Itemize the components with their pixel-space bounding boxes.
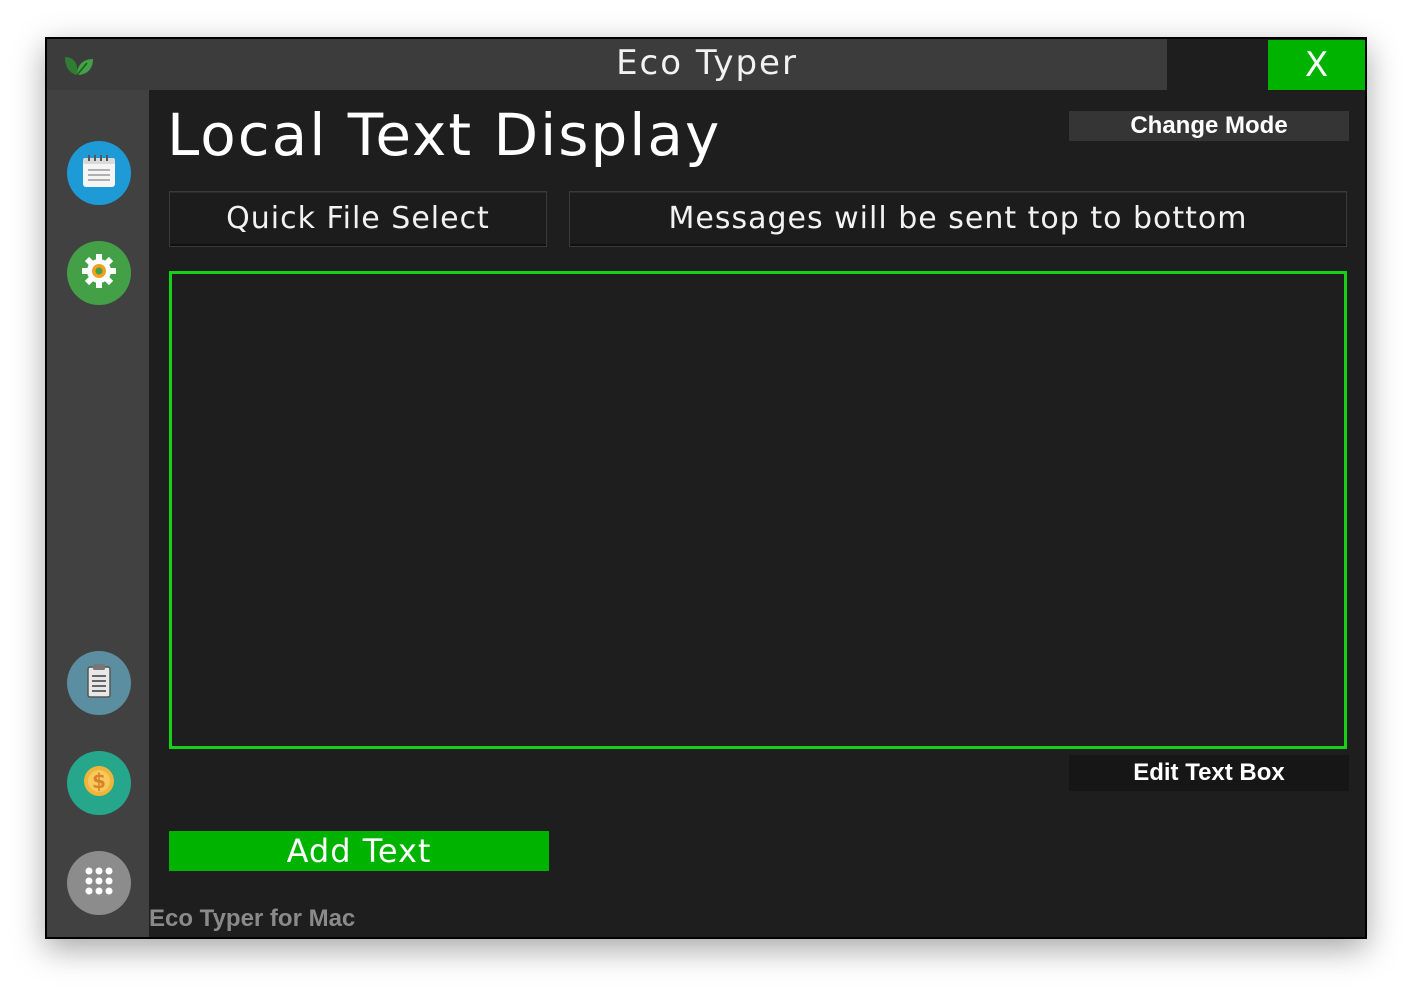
app-window: Eco Typer X $ Local Text Display Change … <box>45 37 1367 939</box>
page-title: Local Text Display <box>167 101 722 169</box>
text-display-box[interactable] <box>169 271 1347 749</box>
sidebar-item-donate[interactable]: $ <box>67 751 131 815</box>
notepad-icon <box>79 151 119 195</box>
app-grid-icon <box>79 861 119 905</box>
sidebar-item-clipboard[interactable] <box>67 651 131 715</box>
dollar-coin-icon: $ <box>79 761 119 805</box>
sidebar-item-notepad[interactable] <box>67 141 131 205</box>
title-bar[interactable] <box>47 39 1167 90</box>
edit-text-box-button[interactable]: Edit Text Box <box>1069 755 1349 791</box>
sidebar-item-settings[interactable] <box>67 241 131 305</box>
sidebar: $ <box>47 90 149 937</box>
close-button[interactable]: X <box>1268 40 1365 90</box>
quick-file-select-button[interactable]: Quick File Select <box>169 191 547 247</box>
gear-icon <box>79 251 119 295</box>
clipboard-icon <box>79 661 119 705</box>
footer-label: Eco Typer for Mac <box>149 905 356 932</box>
change-mode-button[interactable]: Change Mode <box>1069 111 1349 141</box>
messages-order-label: Messages will be sent top to bottom <box>569 191 1347 247</box>
sidebar-item-apps[interactable] <box>67 851 131 915</box>
leaf-logo-icon <box>63 53 95 79</box>
minimize-button[interactable] <box>1187 39 1267 90</box>
svg-text:$: $ <box>92 769 106 793</box>
add-text-button[interactable]: Add Text <box>169 831 549 871</box>
